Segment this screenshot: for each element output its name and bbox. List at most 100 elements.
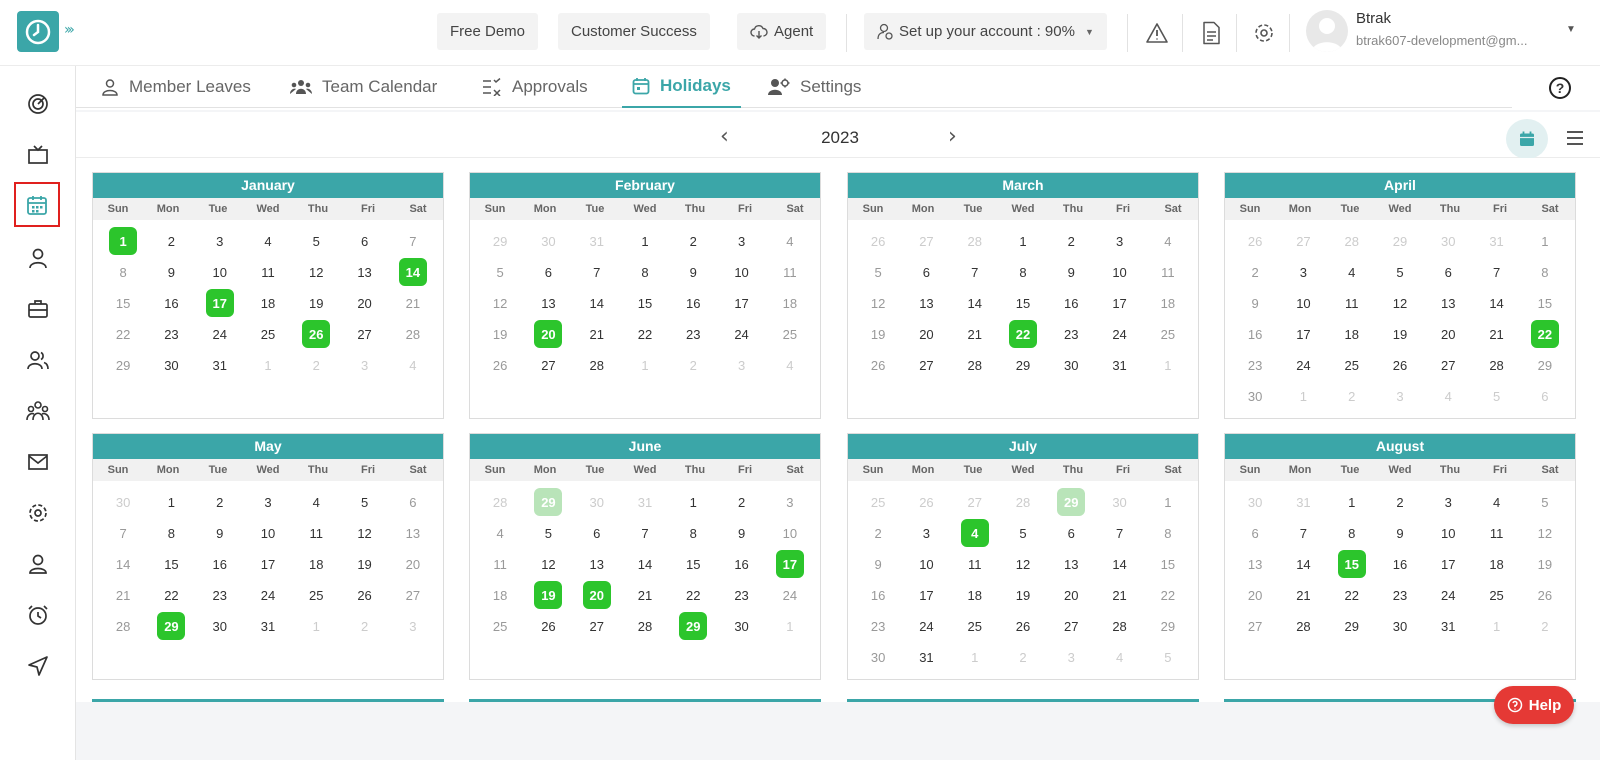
dashboard-icon[interactable]: [22, 88, 54, 120]
day-cell[interactable]: 5: [1144, 643, 1192, 671]
settings-icon[interactable]: [22, 497, 54, 529]
day-cell[interactable]: 20: [1424, 320, 1472, 348]
day-cell[interactable]: 16: [147, 289, 195, 317]
calendar-view-button[interactable]: [1506, 119, 1548, 159]
holiday-day-cell[interactable]: 17: [766, 550, 814, 578]
day-cell[interactable]: 18: [766, 289, 814, 317]
day-cell[interactable]: 18: [292, 550, 340, 578]
day-cell[interactable]: 24: [1424, 581, 1472, 609]
day-cell[interactable]: 6: [1424, 258, 1472, 286]
day-cell[interactable]: 15: [147, 550, 195, 578]
day-cell[interactable]: 19: [1376, 320, 1424, 348]
day-cell[interactable]: 8: [669, 519, 717, 547]
day-cell[interactable]: 8: [999, 258, 1047, 286]
day-cell[interactable]: 24: [1095, 320, 1143, 348]
day-cell[interactable]: 16: [1376, 550, 1424, 578]
day-cell[interactable]: 3: [766, 488, 814, 516]
tab-member-leaves[interactable]: Member Leaves: [101, 66, 251, 108]
users-icon[interactable]: [22, 344, 54, 376]
holiday-day-cell[interactable]: 29: [524, 488, 572, 516]
day-cell[interactable]: 11: [951, 550, 999, 578]
day-cell[interactable]: 5: [1472, 382, 1520, 410]
day-cell[interactable]: 3: [340, 351, 388, 379]
alarm-icon[interactable]: [22, 599, 54, 631]
day-cell[interactable]: 6: [340, 227, 388, 255]
day-cell[interactable]: 23: [854, 612, 902, 640]
day-cell[interactable]: 1: [999, 227, 1047, 255]
day-cell[interactable]: 18: [1144, 289, 1192, 317]
day-cell[interactable]: 1: [766, 612, 814, 640]
day-cell[interactable]: 6: [524, 258, 572, 286]
day-cell[interactable]: 28: [1095, 612, 1143, 640]
day-cell[interactable]: 12: [524, 550, 572, 578]
day-cell[interactable]: 21: [99, 581, 147, 609]
day-cell[interactable]: 5: [292, 227, 340, 255]
day-cell[interactable]: 27: [573, 612, 621, 640]
day-cell[interactable]: 8: [1521, 258, 1569, 286]
day-cell[interactable]: 29: [1521, 351, 1569, 379]
day-cell[interactable]: 1: [1279, 382, 1327, 410]
app-logo[interactable]: [17, 11, 59, 52]
day-cell[interactable]: 19: [1521, 550, 1569, 578]
tab-approvals[interactable]: Approvals: [482, 66, 588, 108]
day-cell[interactable]: 18: [951, 581, 999, 609]
day-cell[interactable]: 8: [1144, 519, 1192, 547]
day-cell[interactable]: 30: [524, 227, 572, 255]
day-cell[interactable]: 12: [1521, 519, 1569, 547]
day-cell[interactable]: 27: [1231, 612, 1279, 640]
day-cell[interactable]: 27: [340, 320, 388, 348]
day-cell[interactable]: 4: [1095, 643, 1143, 671]
day-cell[interactable]: 28: [1279, 612, 1327, 640]
day-cell[interactable]: 13: [1231, 550, 1279, 578]
day-cell[interactable]: 1: [244, 351, 292, 379]
day-cell[interactable]: 2: [196, 488, 244, 516]
day-cell[interactable]: 24: [717, 320, 765, 348]
day-cell[interactable]: 30: [1047, 351, 1095, 379]
day-cell[interactable]: 12: [999, 550, 1047, 578]
day-cell[interactable]: 30: [854, 643, 902, 671]
day-cell[interactable]: 26: [854, 351, 902, 379]
day-cell[interactable]: 23: [196, 581, 244, 609]
day-cell[interactable]: 23: [669, 320, 717, 348]
day-cell[interactable]: 27: [902, 351, 950, 379]
day-cell[interactable]: 1: [1472, 612, 1520, 640]
day-cell[interactable]: 16: [1047, 289, 1095, 317]
day-cell[interactable]: 15: [621, 289, 669, 317]
day-cell[interactable]: 14: [621, 550, 669, 578]
day-cell[interactable]: 17: [902, 581, 950, 609]
user-menu-chevron-icon[interactable]: ▼: [1566, 24, 1576, 35]
day-cell[interactable]: 30: [1424, 227, 1472, 255]
day-cell[interactable]: 4: [766, 351, 814, 379]
day-cell[interactable]: 1: [669, 488, 717, 516]
day-cell[interactable]: 26: [902, 488, 950, 516]
holiday-day-cell[interactable]: 26: [292, 320, 340, 348]
day-cell[interactable]: 31: [1424, 612, 1472, 640]
day-cell[interactable]: 19: [476, 320, 524, 348]
day-cell[interactable]: 20: [389, 550, 437, 578]
day-cell[interactable]: 3: [902, 519, 950, 547]
day-cell[interactable]: 28: [951, 227, 999, 255]
day-cell[interactable]: 3: [1279, 258, 1327, 286]
day-cell[interactable]: 4: [476, 519, 524, 547]
day-cell[interactable]: 10: [244, 519, 292, 547]
day-cell[interactable]: 3: [1047, 643, 1095, 671]
agent-button[interactable]: Agent: [737, 13, 827, 50]
day-cell[interactable]: 28: [951, 351, 999, 379]
day-cell[interactable]: 21: [1472, 320, 1520, 348]
day-cell[interactable]: 18: [1328, 320, 1376, 348]
day-cell[interactable]: 4: [1472, 488, 1520, 516]
day-cell[interactable]: 18: [1472, 550, 1520, 578]
day-cell[interactable]: 7: [1279, 519, 1327, 547]
day-cell[interactable]: 4: [1424, 382, 1472, 410]
day-cell[interactable]: 20: [1047, 581, 1095, 609]
day-cell[interactable]: 13: [573, 550, 621, 578]
day-cell[interactable]: 13: [1047, 550, 1095, 578]
day-cell[interactable]: 25: [854, 488, 902, 516]
day-cell[interactable]: 7: [573, 258, 621, 286]
day-cell[interactable]: 16: [717, 550, 765, 578]
day-cell[interactable]: 16: [1231, 320, 1279, 348]
day-cell[interactable]: 2: [854, 519, 902, 547]
day-cell[interactable]: 23: [1231, 351, 1279, 379]
day-cell[interactable]: 30: [717, 612, 765, 640]
day-cell[interactable]: 14: [573, 289, 621, 317]
